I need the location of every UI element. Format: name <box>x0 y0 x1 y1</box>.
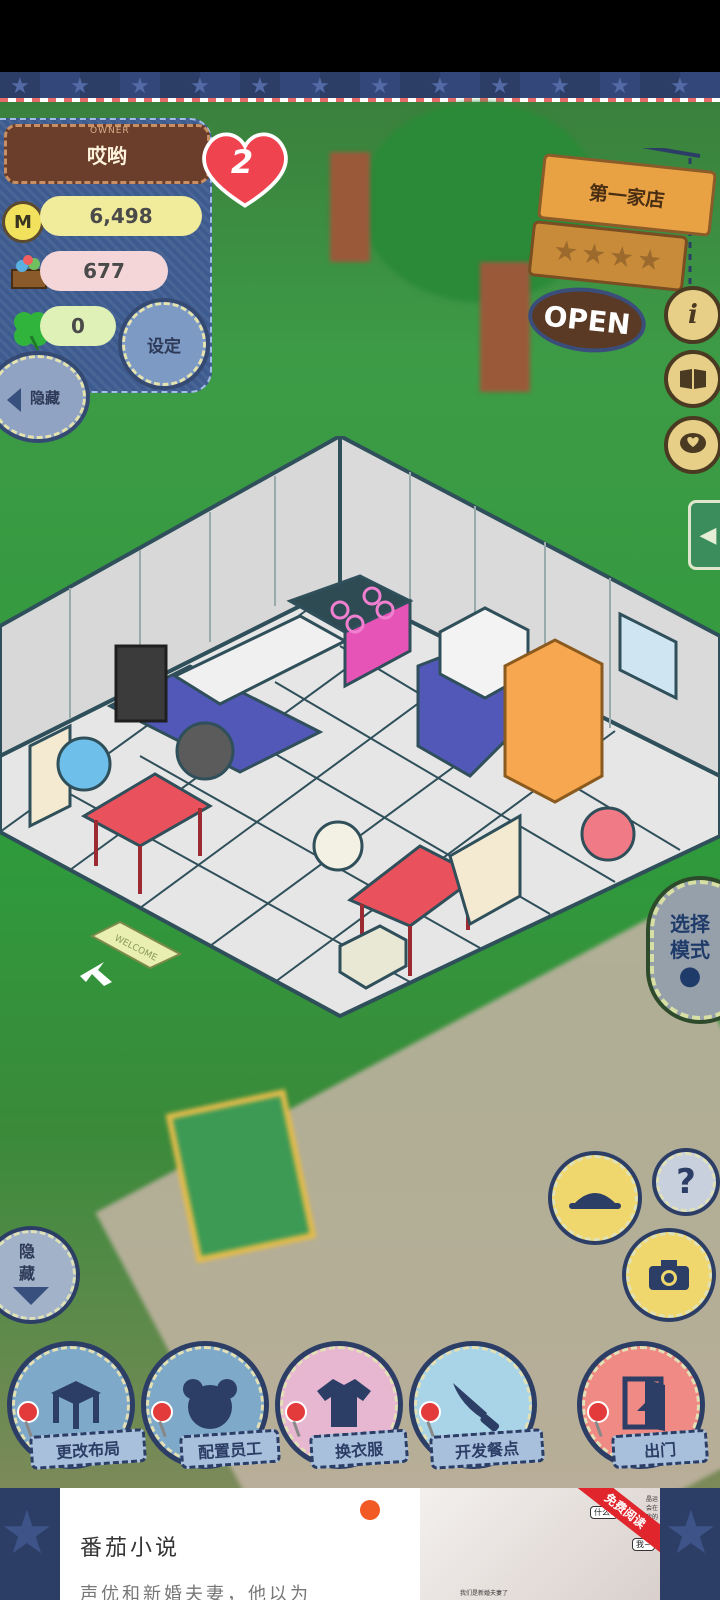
tree-trunk <box>480 262 530 392</box>
ad-banner[interactable]: 番茄小说 声优和新婚夫妻，他以为 什么? 我~ 晶运会在我的世界大哭 我们是新婚… <box>60 1488 660 1600</box>
star-icon: ★ <box>635 242 664 278</box>
staff-config-label[interactable]: 配置员工 <box>178 1428 282 1470</box>
owner-tag: OWNER <box>90 126 130 136</box>
arrow-down-icon <box>13 1287 49 1305</box>
change-clothes-label[interactable]: 换衣服 <box>308 1428 410 1470</box>
entrance-arrow-icon <box>80 962 112 986</box>
heart-bubble-icon <box>680 433 706 453</box>
coin-icon: M <box>2 201 44 243</box>
owner-name: 哎哟 <box>87 143 127 168</box>
tree-trunk <box>330 152 370 262</box>
book-icon <box>680 369 706 389</box>
settings-button[interactable]: 设定 <box>122 302 206 386</box>
gray-bear <box>175 721 235 781</box>
table-icon <box>51 1381 101 1429</box>
arrow-left-icon <box>7 388 21 412</box>
pin-icon <box>151 1401 173 1423</box>
top-star-border: ★ ★ ★ ★ ★ ★ ★ ★ ★ ★ ★ ★ <box>0 72 720 102</box>
hat-icon <box>569 1193 621 1209</box>
ad-title: 番茄小说 <box>80 1536 181 1561</box>
info-button[interactable]: i <box>664 286 720 344</box>
clover-counter: 0 <box>40 306 116 346</box>
bear-head-icon: ● <box>678 961 702 991</box>
star-icon: ★ <box>579 236 608 272</box>
hat-button[interactable] <box>552 1155 638 1241</box>
pin-icon <box>587 1401 609 1423</box>
book-button[interactable] <box>664 350 720 408</box>
ad-caption: 我们是新婚夫妻了 <box>460 1590 509 1597</box>
app-logo-icon <box>360 1500 380 1520</box>
coin-counter: 6,498 <box>40 196 202 236</box>
pin-icon <box>17 1401 39 1423</box>
pin-icon <box>419 1401 441 1423</box>
go-out-label[interactable]: 出门 <box>610 1428 710 1470</box>
door-icon <box>622 1376 665 1431</box>
camera-button[interactable] <box>626 1232 712 1318</box>
blue-bear <box>56 736 112 792</box>
friends-button[interactable] <box>664 416 720 474</box>
level-number: 2 <box>230 143 254 181</box>
ad-illustration: 什么? 我~ 晶运会在我的世界大哭 我们是新婚夫妻了 免费阅读 <box>420 1488 660 1600</box>
star-icon: ★ <box>551 233 581 269</box>
cafe-room[interactable]: WELCOME <box>0 436 720 1116</box>
ad-subtitle: 声优和新婚夫妻，他以为 <box>80 1584 311 1600</box>
select-mode-button[interactable]: 选择 模式 ● <box>650 880 720 1020</box>
bear-head-icon <box>183 1379 237 1429</box>
knife-icon <box>453 1383 500 1431</box>
white-bear <box>312 820 364 872</box>
help-button[interactable]: ? <box>656 1152 716 1212</box>
star-icon: ★ <box>607 239 636 275</box>
camera-icon <box>649 1260 689 1290</box>
pink-cat <box>580 806 636 862</box>
fridge <box>503 638 604 804</box>
status-bar <box>0 0 720 72</box>
pin-icon <box>285 1401 307 1423</box>
food-counter: 677 <box>40 251 168 291</box>
coffee-machine <box>114 644 168 723</box>
shirt-icon <box>317 1379 371 1427</box>
side-panel-toggle[interactable]: ◀ <box>688 500 720 570</box>
